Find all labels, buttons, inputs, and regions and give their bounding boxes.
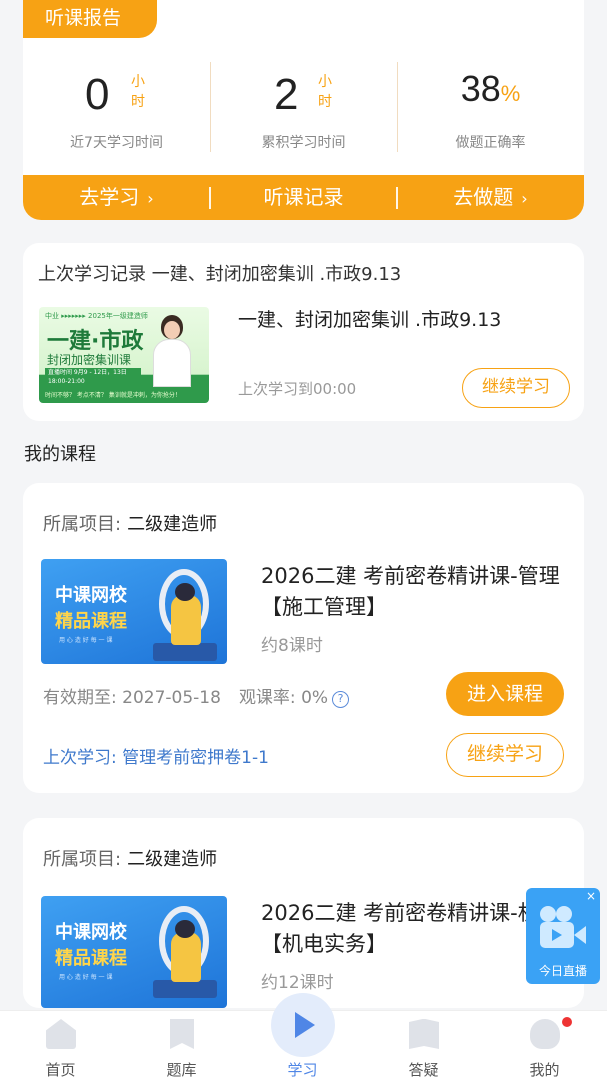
illustration bbox=[141, 565, 221, 661]
bottom-nav: 首页 题库 学习 答疑 我的 bbox=[0, 993, 607, 1080]
course-thumbnail[interactable]: 中业 ▸▸▸▸▸▸▸ 2025年一级建造师 一建·市政 封闭加密集训课 直播时间… bbox=[39, 307, 209, 403]
help-icon[interactable]: ? bbox=[332, 691, 350, 708]
profile-icon bbox=[530, 1019, 560, 1049]
listen-record-button[interactable]: 听课记录 bbox=[210, 175, 397, 220]
nav-item-profile[interactable]: 我的 bbox=[484, 1011, 605, 1080]
notification-dot bbox=[562, 1017, 572, 1027]
course-meta: 有效期至: 2027-05-18 观课率: 0%? bbox=[43, 683, 350, 708]
book-icon bbox=[409, 1019, 439, 1049]
stat-label: 做题正确率 bbox=[455, 135, 526, 151]
last-progress: 上次学习到00:00 bbox=[238, 380, 357, 398]
go-practice-button[interactable]: 去做题 › bbox=[397, 175, 584, 220]
nav-item-home[interactable]: 首页 bbox=[0, 1011, 121, 1080]
illustration bbox=[141, 902, 221, 998]
stat-label: 累积学习时间 bbox=[261, 135, 346, 151]
course-expiry: 有效期至: 2027-05-18 bbox=[43, 688, 221, 708]
course-hours: 约12课时 bbox=[261, 973, 334, 993]
last-lesson-link[interactable]: 上次学习: 管理考前密押卷1-1 bbox=[43, 743, 269, 768]
chevron-right-icon: › bbox=[147, 189, 154, 208]
live-label: 今日直播 bbox=[538, 964, 587, 978]
course-title[interactable]: 2026二建 考前密卷精讲课-机电【机电实务】 bbox=[261, 898, 561, 960]
report-action-bar: 去学习 › 听课记录 去做题 › bbox=[23, 175, 584, 220]
close-icon[interactable]: × bbox=[586, 889, 596, 903]
study-report-card: 听课报告 0 小时 近7天学习时间 2 小时 累积学习时间 38% 做题正确率 … bbox=[23, 0, 584, 220]
nav-item-study[interactable]: 学习 bbox=[242, 993, 363, 1080]
bookmark-icon bbox=[170, 1019, 194, 1049]
stat-recent-study-time: 0 小时 近7天学习时间 bbox=[23, 60, 210, 160]
today-live-button[interactable]: × 今日直播 bbox=[526, 888, 600, 984]
last-study-card[interactable]: 上次学习记录 一建、封闭加密集训 .市政9.13 中业 ▸▸▸▸▸▸▸ 2025… bbox=[23, 243, 584, 421]
video-camera-icon bbox=[536, 904, 590, 954]
chevron-right-icon: › bbox=[521, 189, 528, 208]
course-title[interactable]: 2026二建 考前密卷精讲课-管理【施工管理】 bbox=[261, 561, 561, 623]
stat-label: 近7天学习时间 bbox=[70, 135, 163, 151]
last-course-name[interactable]: 一建、封闭加密集训 .市政9.13 bbox=[238, 305, 501, 332]
stat-unit: 小时 bbox=[131, 74, 145, 110]
continue-study-button[interactable]: 继续学习 bbox=[462, 368, 570, 408]
teacher-photo bbox=[151, 315, 193, 387]
last-study-title: 上次学习记录 一建、封闭加密集训 .市政9.13 bbox=[38, 264, 402, 285]
course-project: 所属项目: 二级建造师 bbox=[43, 514, 218, 535]
course-thumbnail[interactable]: 中课网校 精品课程 用 心 造 好 每 一 课 bbox=[41, 896, 227, 1008]
stat-value: 38% bbox=[460, 68, 521, 109]
stat-value: 2 bbox=[274, 70, 299, 119]
enter-course-button[interactable]: 进入课程 bbox=[446, 672, 564, 716]
nav-item-question-bank[interactable]: 题库 bbox=[121, 1011, 242, 1080]
course-thumbnail[interactable]: 中课网校 精品课程 用 心 造 好 每 一 课 bbox=[41, 559, 227, 664]
continue-study-button[interactable]: 继续学习 bbox=[446, 733, 564, 777]
report-tag: 听课报告 bbox=[23, 0, 157, 38]
stat-total-study-time: 2 小时 累积学习时间 bbox=[210, 60, 397, 160]
my-courses-title: 我的课程 bbox=[24, 444, 96, 465]
stat-value: 0 bbox=[85, 70, 110, 119]
home-icon bbox=[46, 1019, 76, 1049]
nav-item-qa[interactable]: 答疑 bbox=[363, 1011, 484, 1080]
watch-rate: 观课率: 0% bbox=[238, 688, 329, 708]
course-hours: 约8课时 bbox=[261, 636, 323, 656]
go-study-button[interactable]: 去学习 › bbox=[23, 175, 210, 220]
course-card[interactable]: 所属项目: 二级建造师 中课网校 精品课程 用 心 造 好 每 一 课 2026二… bbox=[23, 818, 584, 1008]
stat-accuracy: 38% 做题正确率 bbox=[397, 60, 584, 160]
play-icon bbox=[271, 993, 335, 1057]
course-project: 所属项目: 二级建造师 bbox=[43, 849, 218, 870]
course-card[interactable]: 所属项目: 二级建造师 中课网校 精品课程 用 心 造 好 每 一 课 2026二… bbox=[23, 483, 584, 793]
stat-unit: 小时 bbox=[318, 74, 332, 110]
